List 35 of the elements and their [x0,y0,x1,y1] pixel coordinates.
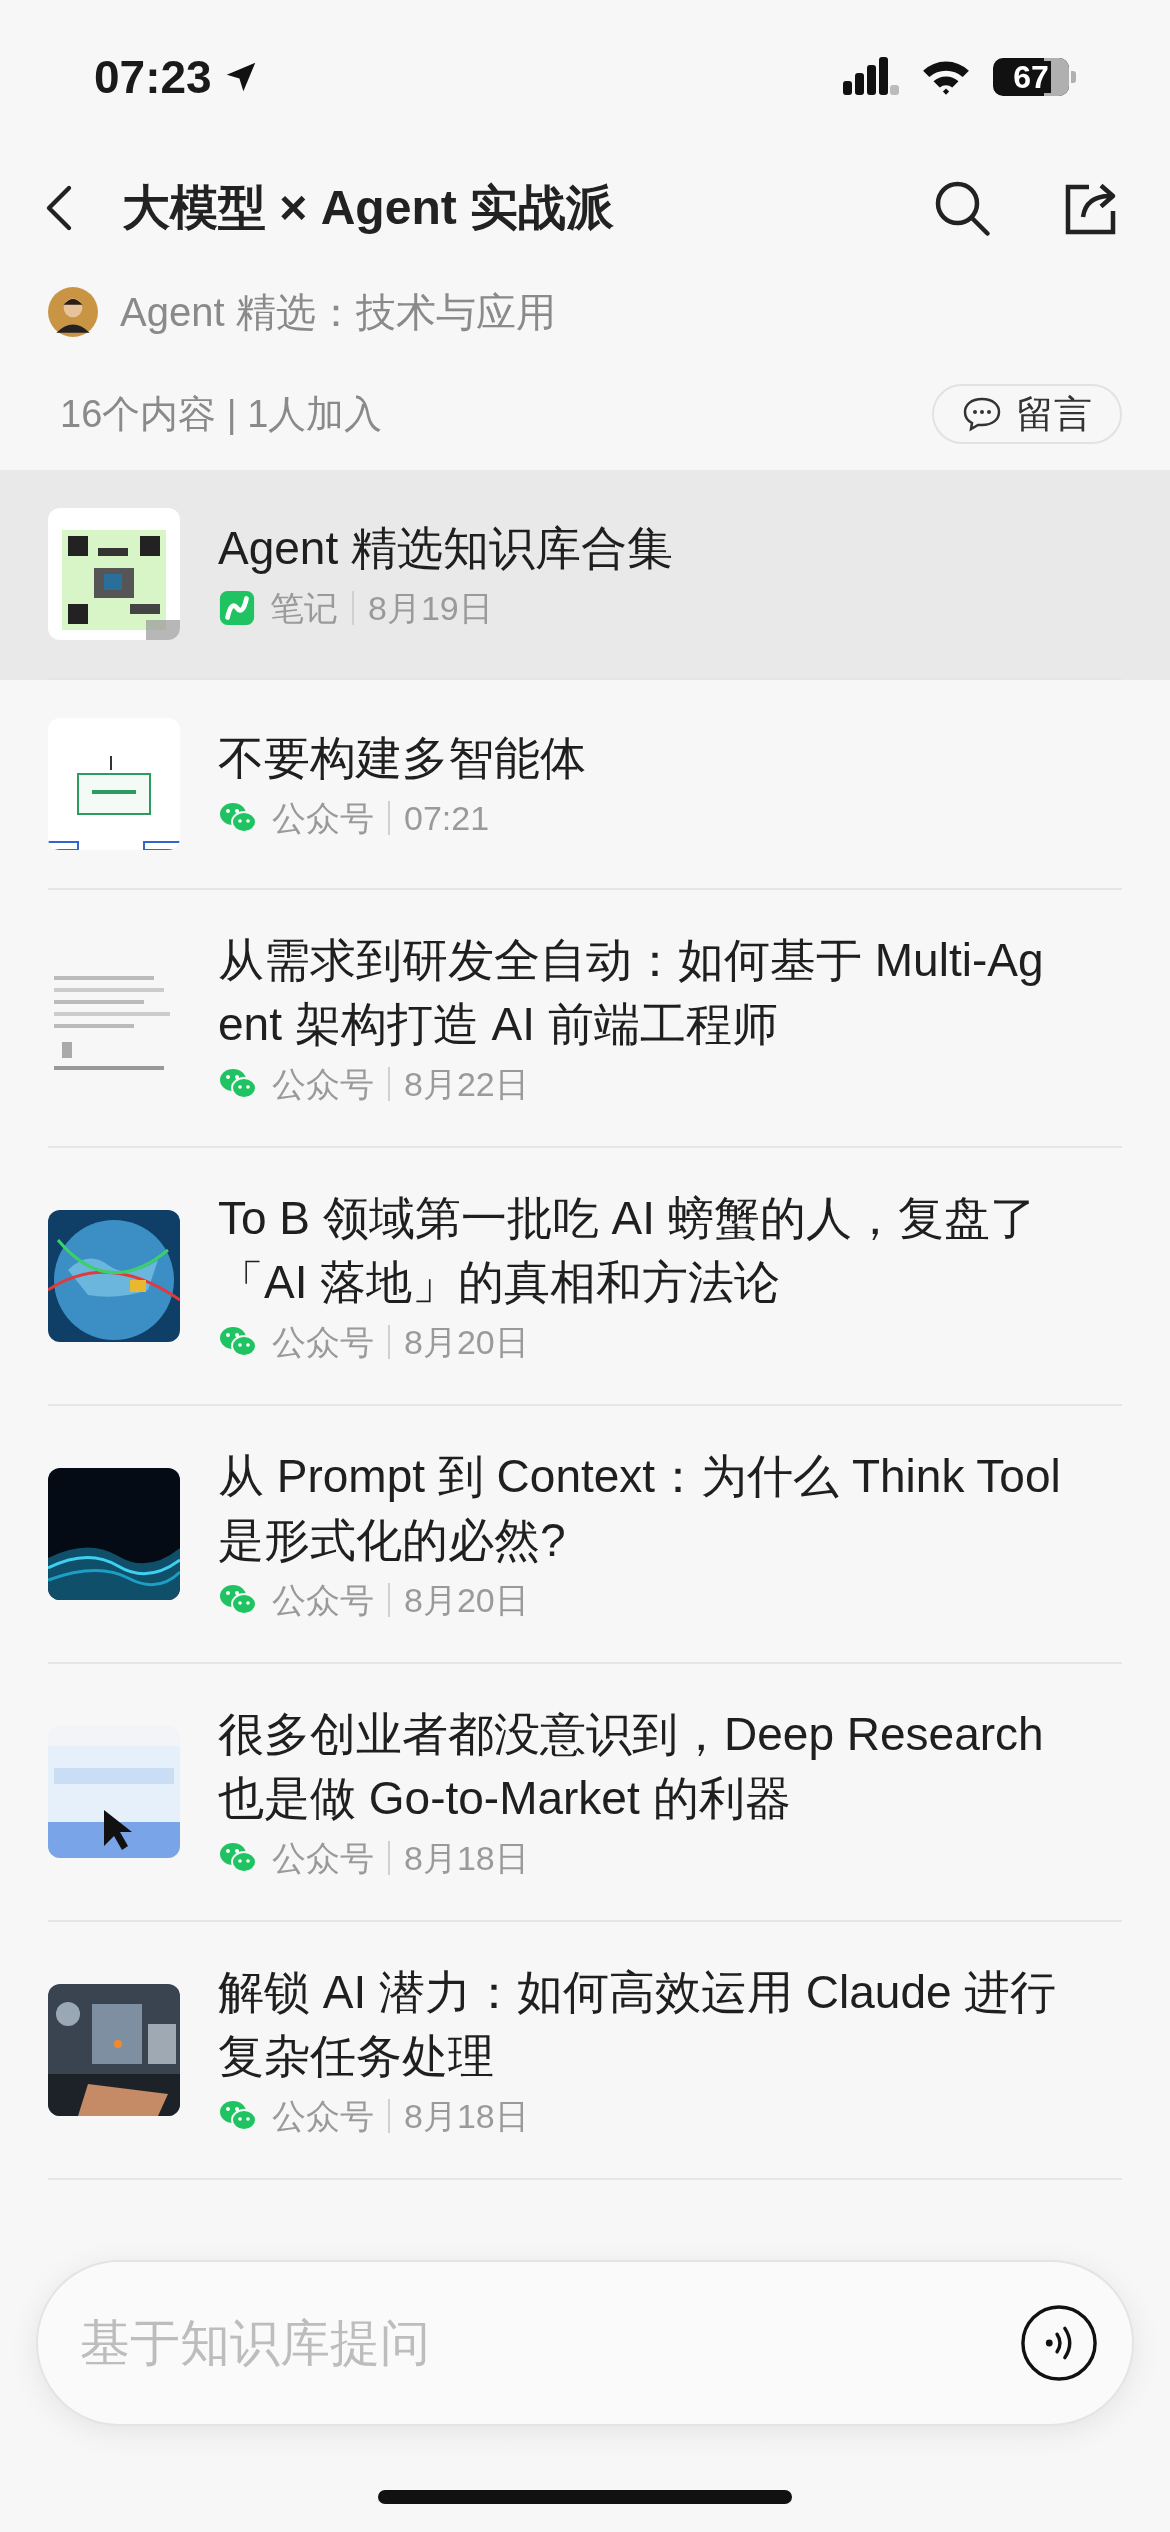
source-label: 笔记 [270,587,338,629]
note-app-icon [218,589,256,627]
article-title: 从需求到研发全自动：如何基于 Multi-Ag ent 架构打造 AI 前端工程师 [218,933,1044,1052]
content-stats: 16个内容 | 1人加入 [60,391,383,437]
publish-date: 8月19日 [368,587,493,629]
source-label: 公众号 [272,2095,374,2137]
article-title: To B 领域第一批吃 AI 螃蟹的人，复盘了 「AI 落地」的真相和方法论 [218,1191,1036,1310]
avatar [48,287,98,337]
publish-date: 8月20日 [404,1321,529,1363]
ask-field[interactable]: 基于知识库提问 [36,2260,1134,2426]
source-label: 公众号 [272,1321,374,1363]
publish-date: 8月22日 [404,1063,529,1105]
source-label: 公众号 [272,1063,374,1105]
voice-icon[interactable] [1020,2304,1098,2382]
publish-date: 8月18日 [404,2095,529,2137]
article-title: 很多创业者都没意识到，Deep Research 也是做 Go-to-Market 的利器 [218,1707,1044,1826]
owner-name: Agent 精选：技术与应用 [120,289,556,336]
back-icon[interactable] [44,183,74,233]
source-label: 公众号 [272,1837,374,1879]
source-label: 公众号 [272,797,374,839]
status-time: 07:23 [94,54,212,100]
signal-icon [843,57,899,97]
source-label: 公众号 [272,1579,374,1621]
article-title: Agent 精选知识库合集 [218,521,673,576]
publish-date: 8月18日 [404,1837,529,1879]
ask-input[interactable]: 基于知识库提问 [80,2305,1020,2381]
publish-date: 8月20日 [404,1579,529,1621]
article-title: 不要构建多智能体 [218,731,586,786]
speech-bubble-icon [962,396,1002,432]
page-title: 大模型 × Agent 实战派 [122,180,615,236]
publish-date: 07:21 [404,797,490,839]
article-title: 解锁 AI 潜力：如何高效运用 Claude 进行 复杂任务处理 [218,1965,1057,2084]
comment-button[interactable]: 留言 [932,384,1122,444]
article-row[interactable]: Agent 精选知识库合集 笔记 8月19日 [0,470,1170,680]
article-title: 从 Prompt 到 Context：为什么 Think Tool 是形式化的必然? [218,1449,1061,1568]
